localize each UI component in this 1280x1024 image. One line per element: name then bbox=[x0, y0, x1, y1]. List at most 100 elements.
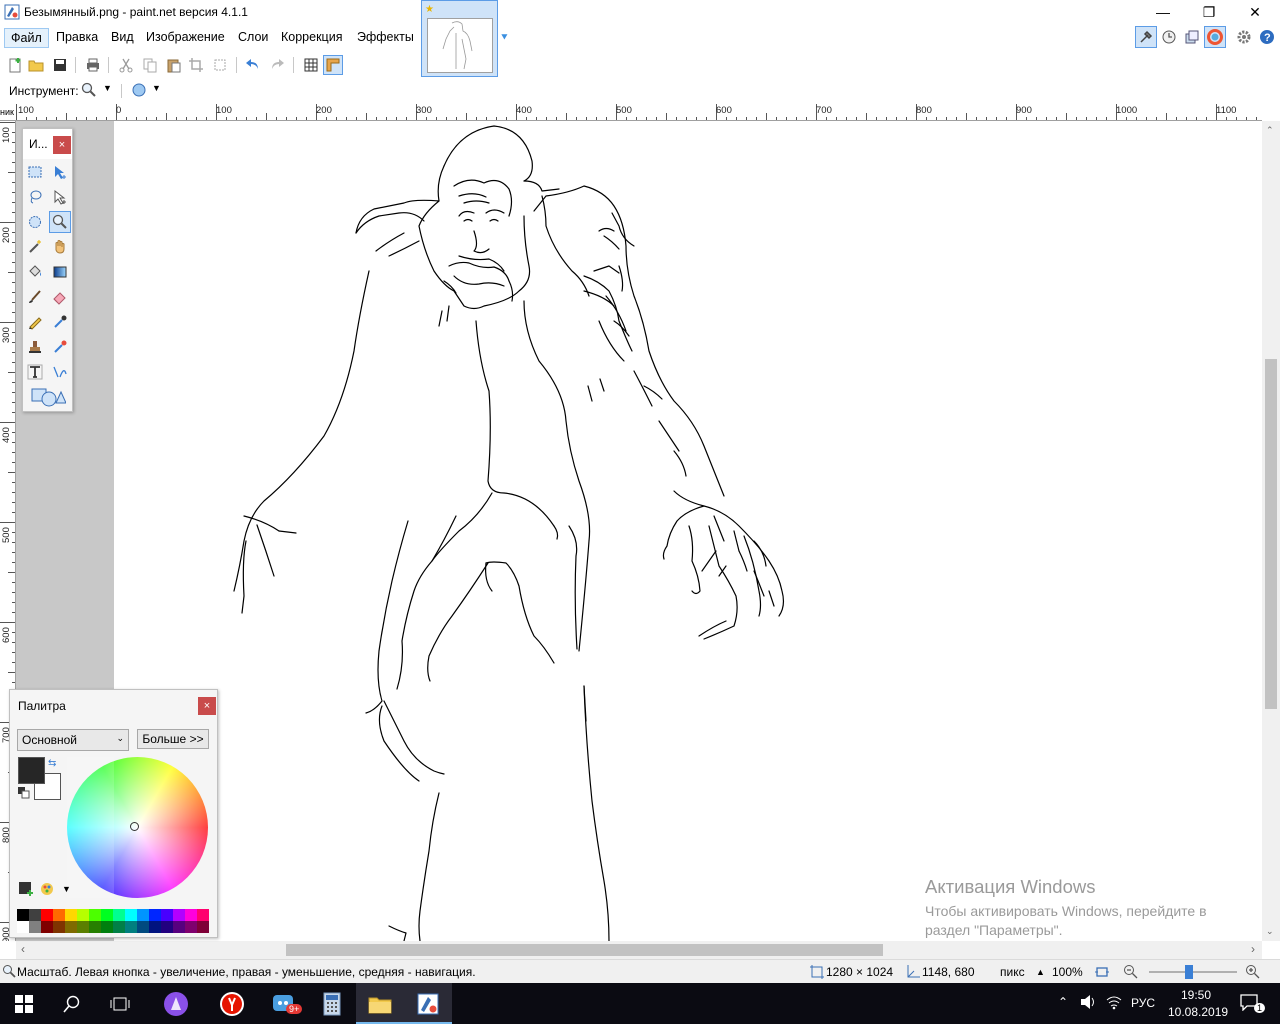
color-swatches[interactable] bbox=[17, 909, 209, 933]
file-explorer-icon[interactable] bbox=[356, 983, 404, 1024]
alice-assistant-icon[interactable] bbox=[152, 983, 200, 1024]
lasso-select-icon[interactable] bbox=[24, 186, 46, 208]
color-swatch[interactable] bbox=[65, 921, 77, 933]
scroll-up-icon[interactable]: ⌃ bbox=[1266, 125, 1274, 136]
paintnet-taskbar-icon[interactable] bbox=[404, 983, 452, 1024]
palette-menu-dropdown-icon[interactable]: ▼ bbox=[62, 884, 71, 894]
minimize-button[interactable]: — bbox=[1140, 0, 1186, 24]
tools-window-toggle-icon[interactable] bbox=[1135, 26, 1157, 48]
line-curve-icon[interactable] bbox=[49, 361, 71, 383]
settings-gear-icon[interactable] bbox=[1233, 26, 1255, 48]
cut-icon[interactable] bbox=[116, 55, 136, 75]
undo-icon[interactable] bbox=[243, 55, 263, 75]
color-swatch[interactable] bbox=[77, 909, 89, 921]
save-icon[interactable] bbox=[50, 55, 70, 75]
color-swatch[interactable] bbox=[29, 921, 41, 933]
pencil-icon[interactable] bbox=[24, 311, 46, 333]
calculator-icon[interactable] bbox=[308, 983, 356, 1024]
close-button[interactable]: ✕ bbox=[1232, 0, 1278, 24]
color-swatch[interactable] bbox=[101, 921, 113, 933]
copy-icon[interactable] bbox=[140, 55, 160, 75]
deselect-icon[interactable] bbox=[210, 55, 230, 75]
restore-button[interactable]: ❐ bbox=[1186, 0, 1232, 24]
color-swatch[interactable] bbox=[77, 921, 89, 933]
move-selection-icon[interactable] bbox=[49, 161, 71, 183]
zoom-slider-track[interactable] bbox=[1149, 971, 1237, 973]
task-view-icon[interactable] bbox=[96, 983, 144, 1024]
open-icon[interactable] bbox=[26, 55, 46, 75]
color-swatch[interactable] bbox=[89, 921, 101, 933]
menu-image[interactable]: Изображение bbox=[140, 28, 231, 46]
menu-effects[interactable]: Эффекты bbox=[351, 28, 420, 46]
color-swatch[interactable] bbox=[17, 909, 29, 921]
yandex-browser-icon[interactable] bbox=[208, 983, 256, 1024]
ruler-icon[interactable] bbox=[323, 55, 343, 75]
paste-icon[interactable] bbox=[164, 55, 184, 75]
color-wheel-picker[interactable] bbox=[130, 822, 139, 831]
add-color-icon[interactable] bbox=[18, 881, 34, 900]
menu-edit[interactable]: Правка bbox=[50, 28, 104, 46]
crop-icon[interactable] bbox=[186, 55, 206, 75]
units-select[interactable]: пикс bbox=[1000, 965, 1025, 979]
redo-icon[interactable] bbox=[267, 55, 287, 75]
tools-close-button[interactable]: × bbox=[53, 136, 71, 154]
color-swatch[interactable] bbox=[173, 921, 185, 933]
reset-colors-icon[interactable] bbox=[18, 787, 30, 802]
move-selected-icon[interactable] bbox=[49, 186, 71, 208]
tools-window-header[interactable]: И... × bbox=[23, 129, 72, 159]
vertical-scrollbar[interactable]: ⌃ ⌄ bbox=[1262, 121, 1280, 941]
more-button[interactable]: Больше >> bbox=[137, 729, 209, 749]
scroll-down-icon[interactable]: ⌄ bbox=[1266, 926, 1274, 937]
clock-date[interactable]: 10.08.2019 bbox=[1168, 1005, 1228, 1019]
menu-layers[interactable]: Слои bbox=[232, 28, 274, 46]
search-icon[interactable] bbox=[48, 983, 96, 1024]
document-tab[interactable]: ★ bbox=[421, 0, 498, 77]
print-icon[interactable] bbox=[83, 55, 103, 75]
language-indicator[interactable]: РУС bbox=[1131, 996, 1155, 1010]
tab-dropdown-icon[interactable]: ⯆ bbox=[500, 32, 509, 45]
tray-expand-icon[interactable]: ⌃ bbox=[1058, 995, 1068, 1009]
wifi-icon[interactable] bbox=[1105, 994, 1123, 1013]
paint-bucket-icon[interactable] bbox=[24, 261, 46, 283]
recolor-icon[interactable] bbox=[49, 336, 71, 358]
color-swatch[interactable] bbox=[53, 909, 65, 921]
magic-wand-icon[interactable] bbox=[24, 236, 46, 258]
palette-close-button[interactable]: × bbox=[198, 697, 216, 715]
color-swatch[interactable] bbox=[53, 921, 65, 933]
colors-window-toggle-icon[interactable] bbox=[1204, 26, 1226, 48]
zoom-level[interactable]: 100% bbox=[1052, 965, 1083, 979]
history-window-toggle-icon[interactable] bbox=[1158, 26, 1180, 48]
color-swatch[interactable] bbox=[197, 921, 209, 933]
pan-hand-icon[interactable] bbox=[49, 236, 71, 258]
rectangle-select-icon[interactable] bbox=[24, 161, 46, 183]
volume-icon[interactable] bbox=[1080, 994, 1098, 1013]
text-tool-icon[interactable] bbox=[24, 361, 46, 383]
swap-colors-icon[interactable]: ⇆ bbox=[48, 758, 56, 769]
color-swatch[interactable] bbox=[185, 921, 197, 933]
color-swatch[interactable] bbox=[185, 909, 197, 921]
units-dropdown-icon[interactable]: ▲ bbox=[1036, 967, 1045, 977]
selection-mode-dropdown-icon[interactable]: ▼ bbox=[152, 83, 161, 93]
image-canvas[interactable] bbox=[114, 121, 1262, 941]
zoom-slider-thumb[interactable] bbox=[1184, 965, 1193, 979]
zoom-icon[interactable] bbox=[49, 211, 71, 233]
selection-mode-icon[interactable] bbox=[131, 82, 147, 101]
color-swatch[interactable] bbox=[113, 909, 125, 921]
color-swatch[interactable] bbox=[125, 909, 137, 921]
palette-select[interactable]: Основной ⌄ bbox=[17, 729, 129, 751]
color-swatch[interactable] bbox=[17, 921, 29, 933]
new-image-icon[interactable] bbox=[5, 55, 25, 75]
color-swatch[interactable] bbox=[161, 921, 173, 933]
color-swatch[interactable] bbox=[29, 909, 41, 921]
color-swatch[interactable] bbox=[197, 909, 209, 921]
help-icon[interactable]: ? bbox=[1256, 26, 1278, 48]
color-swatch[interactable] bbox=[149, 921, 161, 933]
menu-file[interactable]: Файл bbox=[4, 28, 49, 48]
color-swatch[interactable] bbox=[149, 909, 161, 921]
ellipse-select-icon[interactable] bbox=[24, 211, 46, 233]
menu-adjustments[interactable]: Коррекция bbox=[275, 28, 348, 46]
color-wheel[interactable] bbox=[67, 757, 208, 898]
color-swatch[interactable] bbox=[41, 921, 53, 933]
color-swatch[interactable] bbox=[89, 909, 101, 921]
horizontal-scroll-thumb[interactable] bbox=[286, 944, 883, 956]
